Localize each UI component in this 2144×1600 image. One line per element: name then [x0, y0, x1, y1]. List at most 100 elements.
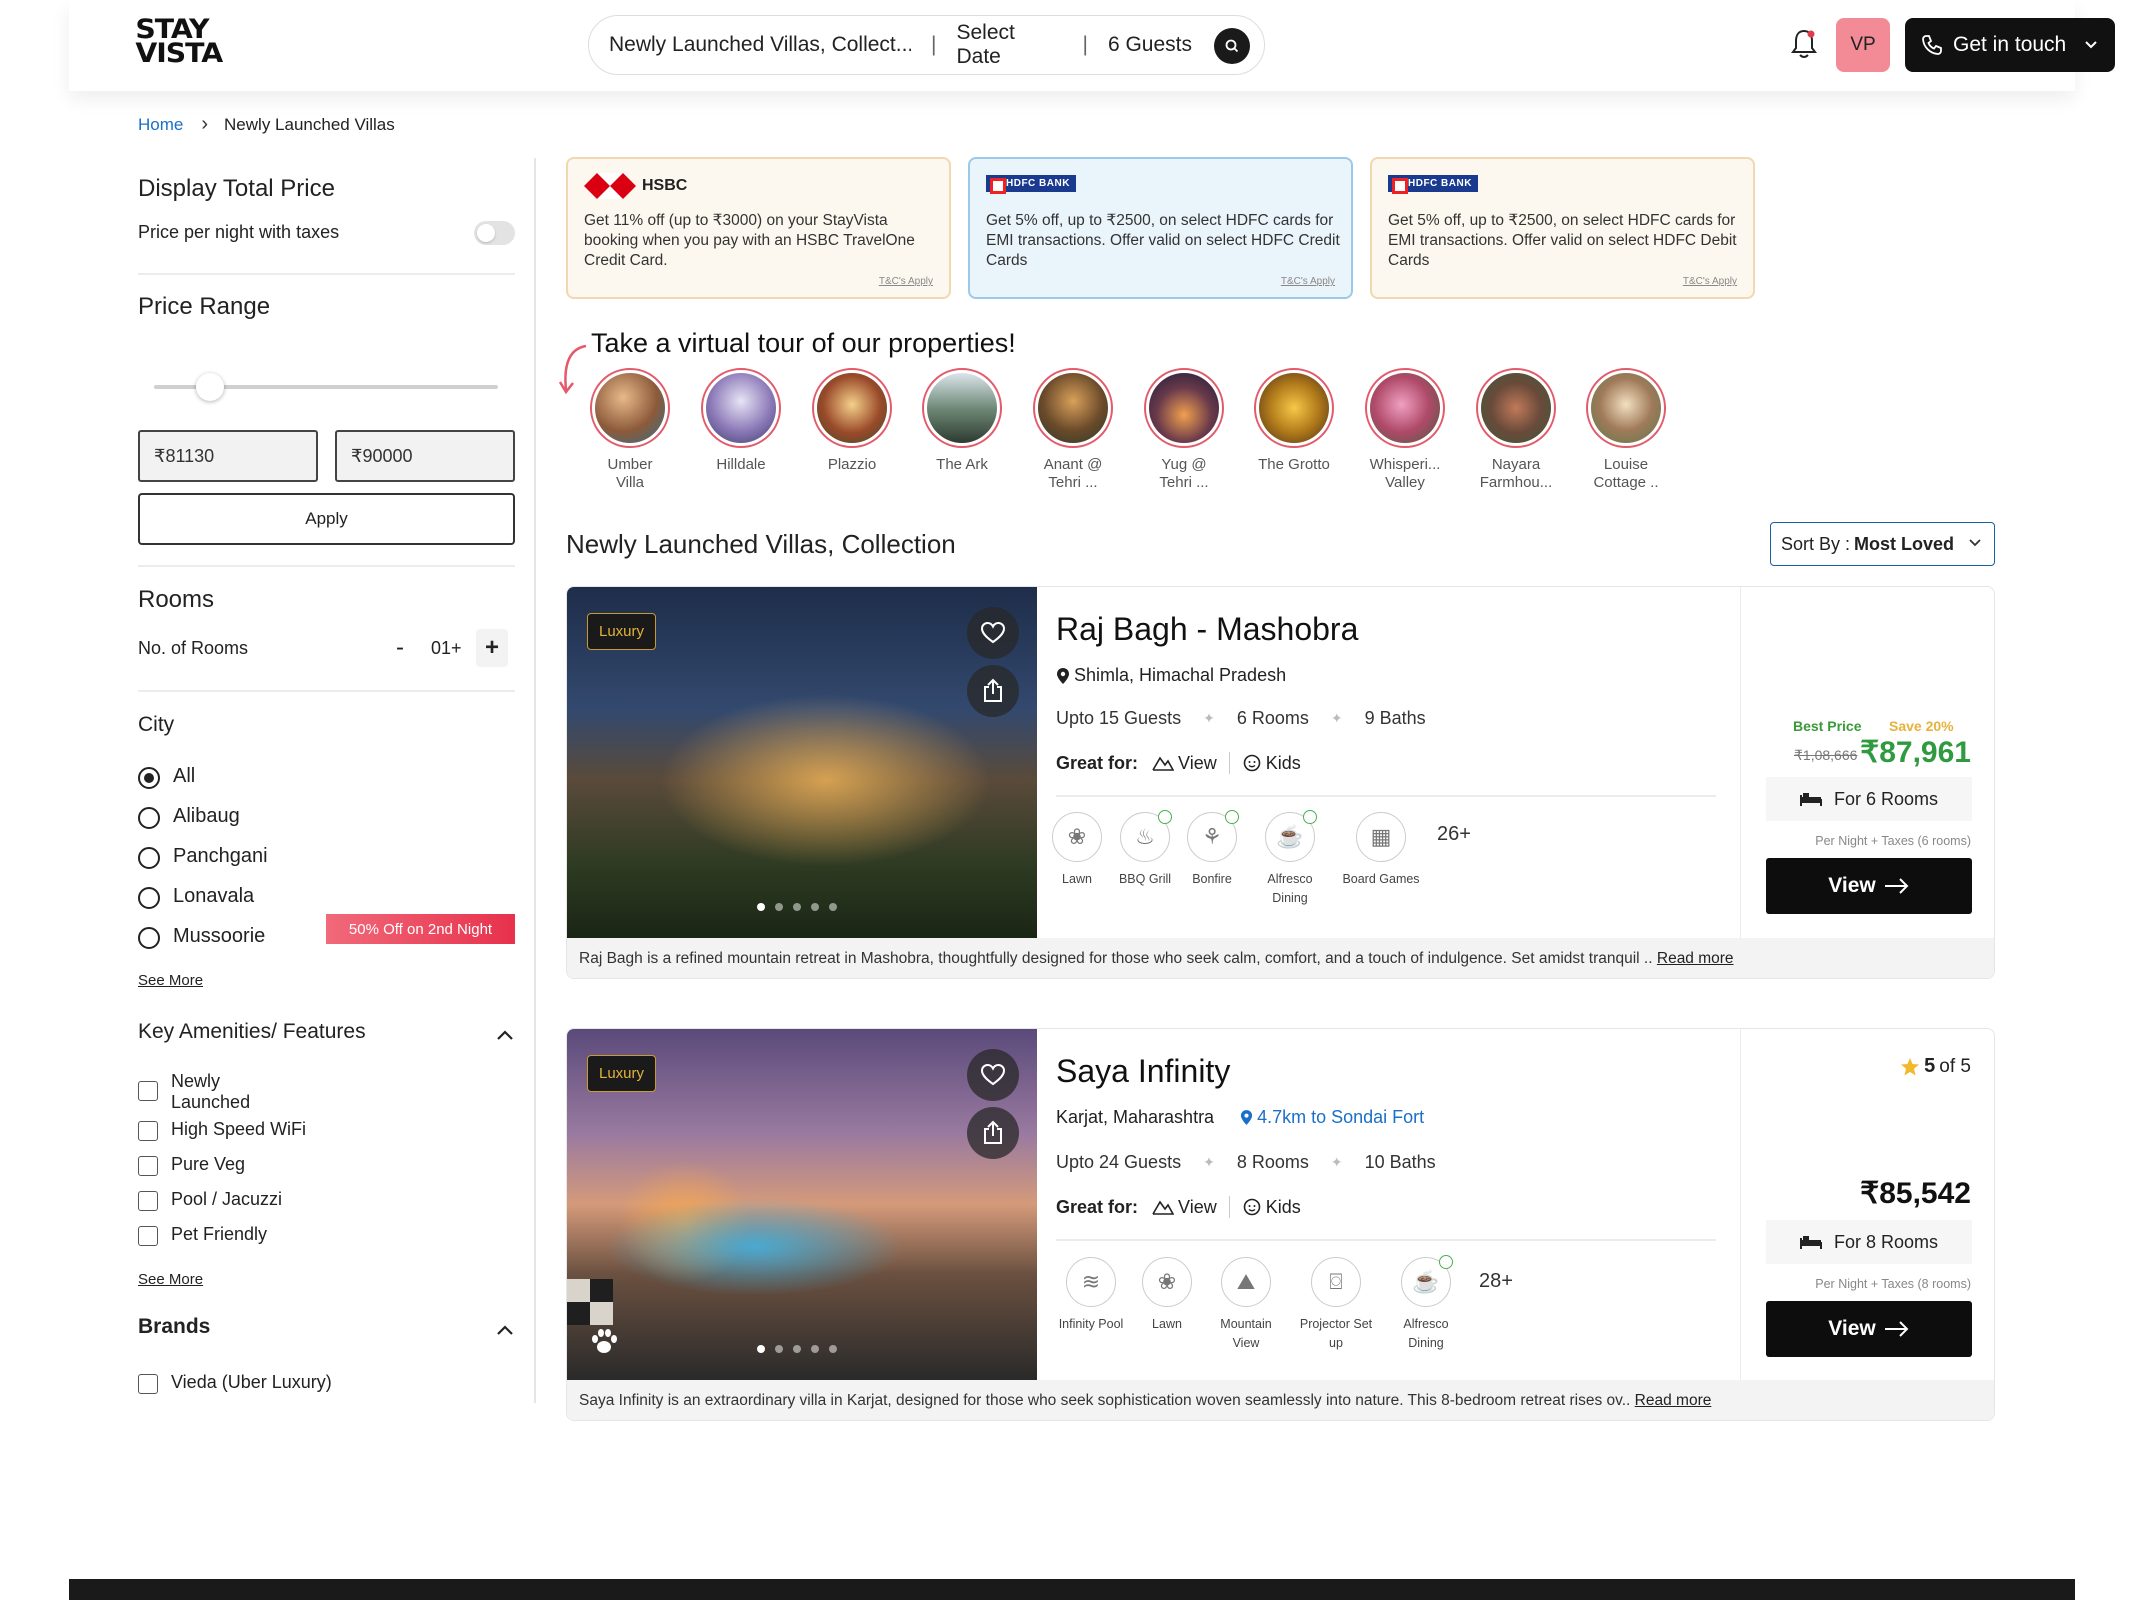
tour-name: Umber Villa: [607, 456, 653, 491]
rooms-label: No. of Rooms: [138, 638, 249, 658]
search-button[interactable]: [1214, 28, 1250, 64]
read-more-link[interactable]: Read more: [1657, 950, 1734, 967]
notification-bell-icon[interactable]: [1789, 28, 1819, 65]
great-for-kids: Kids: [1242, 753, 1301, 774]
search-date[interactable]: Select Date: [956, 21, 1062, 69]
rooms-increment-button[interactable]: +: [476, 629, 508, 667]
breadcrumb-home-link[interactable]: Home: [138, 115, 183, 135]
rooms-value: 01+: [431, 638, 462, 658]
rupee-symbol: ₹: [351, 445, 363, 466]
price-panel: Best Price Save 20% ₹1,08,666 ₹87,961 Fo…: [1740, 587, 1994, 938]
search-bar[interactable]: Newly Launched Villas, Collect... | Sele…: [588, 15, 1265, 75]
rooms-decrement-button[interactable]: -: [384, 629, 416, 667]
bed-icon: [1799, 793, 1822, 806]
tour-thumbnail: [1144, 368, 1224, 448]
search-guests[interactable]: 6 Guests: [1108, 33, 1208, 57]
tour-name: Whisperi... Valley: [1369, 456, 1441, 491]
amenity-checkbox-newly-launched[interactable]: [138, 1081, 158, 1101]
tour-thumbnail: [1476, 368, 1556, 448]
sort-prefix: Sort By :: [1781, 533, 1851, 554]
sort-dropdown[interactable]: Sort By : Most Loved: [1770, 522, 1995, 566]
logo-line-2: VISTA: [135, 38, 223, 69]
villa-rooms: 6 Rooms: [1236, 708, 1309, 728]
wishlist-button[interactable]: [967, 1049, 1019, 1101]
offer-text: Get 5% off, up to ₹2500, on select HDFC …: [986, 212, 1340, 269]
tour-thumbnail: [922, 368, 1002, 448]
tour-item[interactable]: Anant @ Tehri ...: [1031, 368, 1115, 492]
tour-item[interactable]: Hilldale: [699, 368, 783, 474]
great-for: Great for: View Kids: [1056, 1196, 1301, 1218]
amenities-more-count[interactable]: 26+: [1437, 823, 1471, 846]
tour-item[interactable]: Umber Villa: [588, 368, 672, 492]
discounted-price: ₹87,961: [1860, 736, 1971, 769]
city-radio-all[interactable]: [138, 767, 160, 789]
offer-tc-link[interactable]: T&C's Apply: [1683, 276, 1737, 287]
chevron-up-icon[interactable]: [495, 1028, 515, 1042]
offer-card-hdfc-credit[interactable]: HDFC BANK Get 5% off, up to ₹2500, on se…: [968, 157, 1353, 299]
bed-icon: [1799, 1236, 1822, 1249]
bonfire-icon: ⚘: [1187, 810, 1239, 862]
apply-price-button[interactable]: Apply: [138, 493, 515, 545]
for-rooms-box: For 6 Rooms: [1766, 777, 1972, 821]
search-icon: [1225, 39, 1239, 53]
brands-title: Brands: [138, 1315, 211, 1338]
tour-item[interactable]: Plazzio: [810, 368, 894, 474]
price-slider-handle[interactable]: [196, 373, 224, 401]
share-button[interactable]: [967, 665, 1019, 717]
chevron-up-icon[interactable]: [495, 1323, 515, 1337]
tour-item[interactable]: Whisperi... Valley: [1363, 368, 1447, 492]
virtual-tour-title: Take a virtual tour of our properties!: [591, 328, 1016, 358]
mountain-view-icon: ⛰: [1221, 1257, 1271, 1307]
search-location[interactable]: Newly Launched Villas, Collect...: [609, 33, 911, 57]
offer-tc-link[interactable]: T&C's Apply: [879, 276, 933, 287]
listing-card[interactable]: Luxury Saya Infinity Karjat, Maharashtra…: [566, 1028, 1995, 1421]
villa-name[interactable]: Saya Infinity: [1056, 1053, 1230, 1090]
tour-name: Plazzio: [827, 456, 877, 473]
city-radio-alibaug[interactable]: [138, 807, 160, 829]
wishlist-button[interactable]: [967, 607, 1019, 659]
amenity-checkbox-pool[interactable]: [138, 1191, 158, 1211]
offer-tc-link[interactable]: T&C's Apply: [1281, 276, 1335, 287]
max-price-input[interactable]: ₹ 90000: [335, 430, 515, 482]
city-radio-lonavala[interactable]: [138, 887, 160, 909]
tour-item[interactable]: Nayara Farmhou...: [1474, 368, 1558, 492]
city-radio-panchgani[interactable]: [138, 847, 160, 869]
luxury-badge: Luxury: [587, 1055, 657, 1092]
offer-card-hdfc-debit[interactable]: HDFC BANK Get 5% off, up to ₹2500, on se…: [1370, 157, 1755, 299]
get-in-touch-button[interactable]: Get in touch: [1905, 18, 2115, 72]
tour-item[interactable]: Yug @ Tehri ...: [1142, 368, 1226, 492]
user-avatar[interactable]: VP: [1836, 18, 1890, 72]
amenity-checkbox-wifi[interactable]: [138, 1121, 158, 1141]
tour-item[interactable]: The Grotto: [1252, 368, 1336, 474]
brand-checkbox-vieda[interactable]: [138, 1374, 158, 1394]
footer-bar: [69, 1579, 2075, 1600]
read-more-link[interactable]: Read more: [1635, 1392, 1712, 1409]
tour-item[interactable]: The Ark: [920, 368, 1004, 474]
min-price-input[interactable]: ₹ 81130: [138, 430, 318, 482]
amenity-checkbox-pet-friendly[interactable]: [138, 1226, 158, 1246]
villa-guests: Upto 15 Guests: [1056, 708, 1182, 728]
offer-text: Get 11% off (up to ₹3000) on your StayVi…: [584, 212, 915, 269]
display-total-toggle[interactable]: [474, 221, 515, 245]
city-see-more-link[interactable]: See More: [138, 972, 203, 989]
view-villa-button[interactable]: View: [1766, 1301, 1972, 1357]
carousel-dots[interactable]: [757, 1345, 837, 1353]
villa-name[interactable]: Raj Bagh - Mashobra: [1056, 611, 1358, 648]
villa-location-text: Karjat, Maharashtra: [1056, 1107, 1215, 1127]
amenities-see-more-link[interactable]: See More: [138, 1271, 203, 1288]
chevron-down-icon: [1969, 539, 1981, 547]
amenities-more-count[interactable]: 28+: [1479, 1270, 1513, 1293]
offer-card-hsbc[interactable]: HSBC Get 11% off (up to ₹3000) on your S…: [566, 157, 951, 299]
tour-item[interactable]: Louise Cottage ..: [1584, 368, 1668, 492]
tour-thumbnail: [1033, 368, 1113, 448]
arrow-right-icon: [1884, 878, 1909, 894]
amenity-checkbox-pure-veg[interactable]: [138, 1156, 158, 1176]
bbq-icon: ♨: [1120, 810, 1172, 862]
carousel-dots[interactable]: [757, 903, 837, 911]
share-button[interactable]: [967, 1107, 1019, 1159]
listing-card[interactable]: Luxury Raj Bagh - Mashobra Shimla, Himac…: [566, 586, 1995, 979]
hsbc-hexagon-icon: [584, 173, 636, 199]
stayvista-logo[interactable]: STAY VISTA: [135, 16, 242, 69]
city-radio-mussoorie[interactable]: [138, 927, 160, 949]
view-villa-button[interactable]: View: [1766, 858, 1972, 914]
